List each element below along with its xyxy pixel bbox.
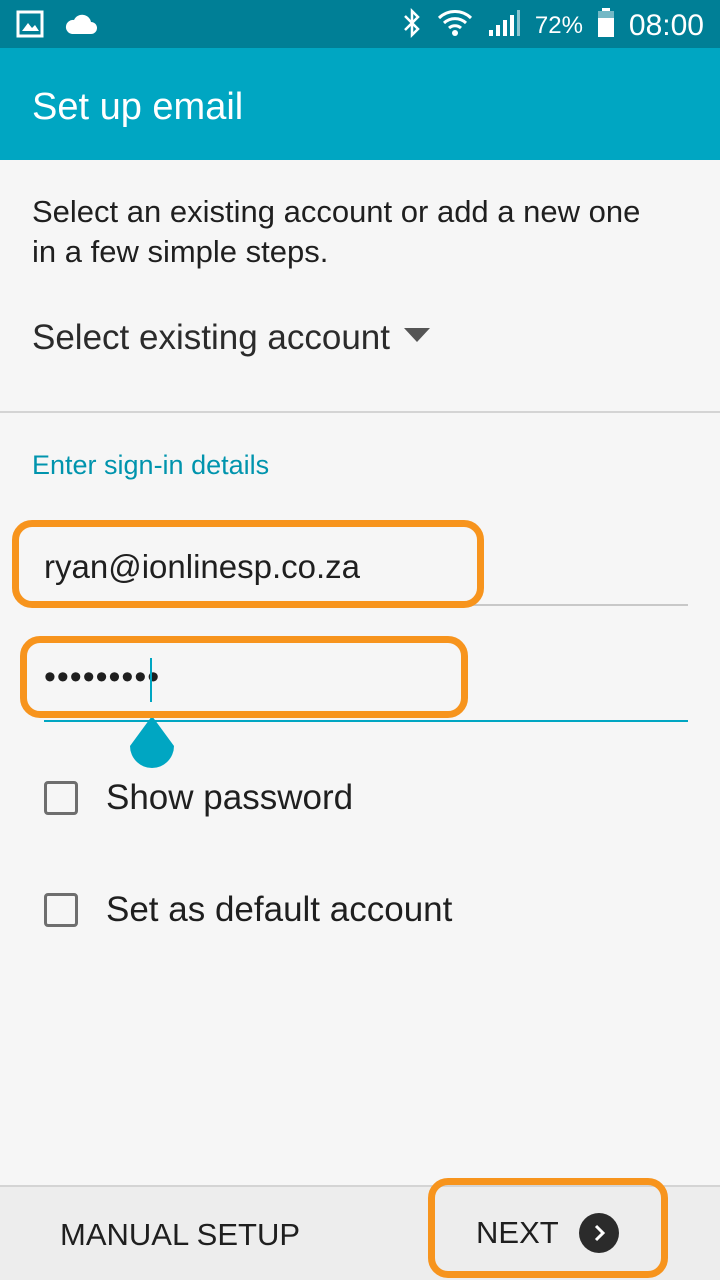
intro-text: Select an existing account or add a new …	[32, 194, 641, 269]
select-existing-account-label: Select existing account	[32, 318, 390, 357]
select-existing-account-dropdown[interactable]: Select existing account	[32, 316, 430, 360]
default-account-label: Set as default account	[106, 890, 453, 929]
chevron-right-icon	[578, 1213, 619, 1253]
manual-setup-button[interactable]: MANUAL SETUP	[60, 1217, 300, 1253]
bluetooth-icon	[401, 7, 423, 44]
page-title: Set up email	[32, 86, 244, 128]
bottom-action-bar: MANUAL SETUP NEXT	[0, 1185, 720, 1280]
battery-icon	[597, 8, 615, 43]
default-account-option[interactable]: Set as default account	[44, 890, 452, 930]
signal-icon	[487, 8, 521, 43]
show-password-checkbox[interactable]	[44, 781, 78, 815]
dropdown-arrow-icon	[403, 327, 430, 349]
email-field[interactable]: ryan@ionlinesp.co.za	[44, 548, 360, 586]
next-button[interactable]: NEXT	[476, 1213, 619, 1253]
email-field-underline	[44, 604, 688, 606]
app-bar: Set up email	[0, 48, 720, 160]
next-button-label: NEXT	[476, 1215, 559, 1250]
wifi-icon	[437, 6, 473, 45]
sign-in-section-label: Enter sign-in details	[32, 450, 270, 480]
image-icon	[16, 10, 44, 43]
show-password-label: Show password	[106, 778, 354, 817]
cloud-icon	[64, 12, 98, 41]
default-account-checkbox[interactable]	[44, 893, 78, 927]
status-time: 08:00	[628, 8, 704, 42]
text-cursor	[150, 658, 152, 702]
show-password-option[interactable]: Show password	[44, 778, 353, 818]
password-field[interactable]: •••••••••	[44, 658, 160, 697]
status-bar: 72% 08:00	[0, 0, 720, 48]
battery-percent: 72%	[534, 11, 583, 39]
status-bar-right: 72% 08:00	[401, 6, 704, 45]
cursor-handle-icon[interactable]	[126, 716, 178, 781]
section-divider	[0, 411, 720, 413]
status-bar-left	[16, 10, 98, 43]
